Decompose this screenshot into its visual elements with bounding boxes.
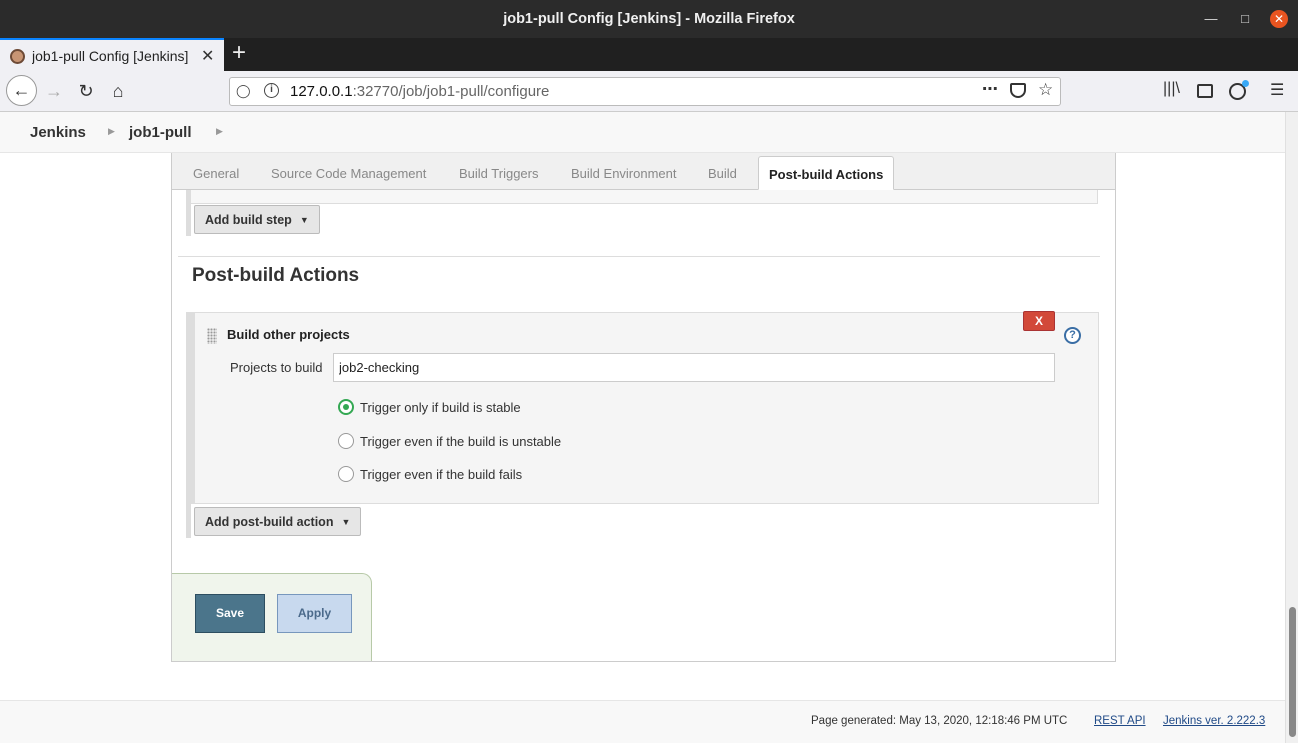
back-arrow-icon[interactable]: ← (6, 75, 37, 106)
projects-to-build-label: Projects to build (230, 360, 323, 375)
add-build-step-button[interactable]: Add build step ▼ (194, 205, 320, 234)
config-tab-bar: General Source Code Management Build Tri… (172, 153, 1115, 190)
browser-tab[interactable]: job1-pull Config [Jenkins] ✕ (0, 38, 224, 71)
close-tab-icon[interactable]: ✕ (201, 46, 214, 66)
sidebar-icon[interactable] (1197, 84, 1213, 98)
breadcrumb: Jenkins ▶ job1-pull ▶ (0, 112, 1285, 153)
radio-button-checked[interactable] (338, 399, 354, 415)
home-icon[interactable]: ⌂ (104, 77, 132, 105)
breadcrumb-jenkins[interactable]: Jenkins (30, 124, 86, 141)
add-post-build-action-button[interactable]: Add post-build action ▼ (194, 507, 362, 536)
page-actions-icon[interactable]: ⋯ (982, 79, 998, 99)
tab-general[interactable]: General (193, 166, 239, 181)
url-text[interactable]: 127.0.0.1:32770/job/job1-pull/configure (290, 83, 549, 100)
action-title: Build other projects (227, 327, 350, 342)
reload-icon[interactable]: ↻ (72, 77, 100, 105)
section-title: Post-build Actions (192, 265, 360, 286)
save-bar: Save Apply (172, 573, 372, 661)
rest-api-link[interactable]: REST API (1094, 715, 1146, 727)
browser-tab-title: job1-pull Config [Jenkins] (32, 48, 189, 64)
new-tab-icon[interactable]: + (232, 41, 246, 65)
radio-label: Trigger only if build is stable (360, 400, 521, 415)
window-title: job1-pull Config [Jenkins] - Mozilla Fir… (503, 11, 795, 27)
browser-tab-strip: job1-pull Config [Jenkins] ✕ + (0, 38, 1298, 71)
projects-to-build-input[interactable] (333, 353, 1055, 382)
drag-handle-icon[interactable] (207, 328, 217, 344)
minimize-icon[interactable]: — (1202, 10, 1220, 28)
section-left-bar (186, 190, 191, 236)
breadcrumb-job[interactable]: job1-pull (129, 124, 192, 141)
url-bar[interactable]: ◯ i 127.0.0.1:32770/job/job1-pull/config… (229, 77, 1061, 106)
section-divider (178, 256, 1100, 257)
delete-action-button[interactable]: X (1023, 311, 1055, 331)
bookmark-star-icon[interactable]: ☆ (1038, 80, 1053, 100)
forward-arrow-icon[interactable]: → (40, 77, 68, 105)
breadcrumb-separator-icon[interactable]: ▶ (108, 126, 115, 137)
radio-button[interactable] (338, 433, 354, 449)
build-other-projects-panel: Build other projects X ? Projects to bui… (187, 311, 1099, 504)
tracking-shield-icon[interactable]: ◯ (236, 83, 251, 99)
page-scrollbar[interactable] (1285, 112, 1298, 743)
apply-button[interactable]: Apply (277, 594, 352, 633)
tab-source-code-management[interactable]: Source Code Management (271, 166, 426, 181)
browser-toolbar: ← → ↻ ⌂ ◯ i 127.0.0.1:32770/job/job1-pul… (0, 71, 1298, 112)
previous-build-step (186, 190, 1098, 204)
account-icon[interactable] (1229, 80, 1249, 100)
library-icon[interactable]: |||\ (1163, 80, 1180, 98)
jenkins-version-link[interactable]: Jenkins ver. 2.222.3 (1163, 715, 1265, 727)
save-button[interactable]: Save (195, 594, 265, 633)
config-panel: General Source Code Management Build Tri… (171, 153, 1116, 662)
close-window-icon[interactable]: ✕ (1270, 10, 1288, 28)
hamburger-menu-icon[interactable]: ☰ (1270, 80, 1284, 100)
tab-build[interactable]: Build (708, 166, 737, 181)
maximize-icon[interactable]: □ (1236, 10, 1254, 28)
help-icon[interactable]: ? (1064, 327, 1081, 344)
page-footer: Page generated: May 13, 2020, 12:18:46 P… (0, 700, 1285, 743)
dropdown-caret-icon: ▼ (299, 215, 309, 225)
tab-build-environment[interactable]: Build Environment (571, 166, 677, 181)
radio-label: Trigger even if the build fails (360, 467, 523, 482)
section-left-bar (186, 312, 191, 538)
tab-post-build-actions[interactable]: Post-build Actions (758, 156, 895, 190)
pocket-icon[interactable] (1010, 83, 1026, 98)
jenkins-favicon-icon (10, 49, 25, 64)
page-generated-text: Page generated: May 13, 2020, 12:18:46 P… (811, 715, 1068, 727)
window-titlebar: job1-pull Config [Jenkins] - Mozilla Fir… (0, 0, 1298, 38)
dropdown-caret-icon: ▼ (341, 517, 351, 527)
breadcrumb-separator-icon[interactable]: ▶ (216, 126, 223, 137)
site-info-icon[interactable]: i (264, 83, 279, 98)
scrollbar-thumb[interactable] (1289, 607, 1296, 737)
radio-button[interactable] (338, 466, 354, 482)
tab-build-triggers[interactable]: Build Triggers (459, 166, 538, 181)
radio-label: Trigger even if the build is unstable (360, 434, 562, 449)
